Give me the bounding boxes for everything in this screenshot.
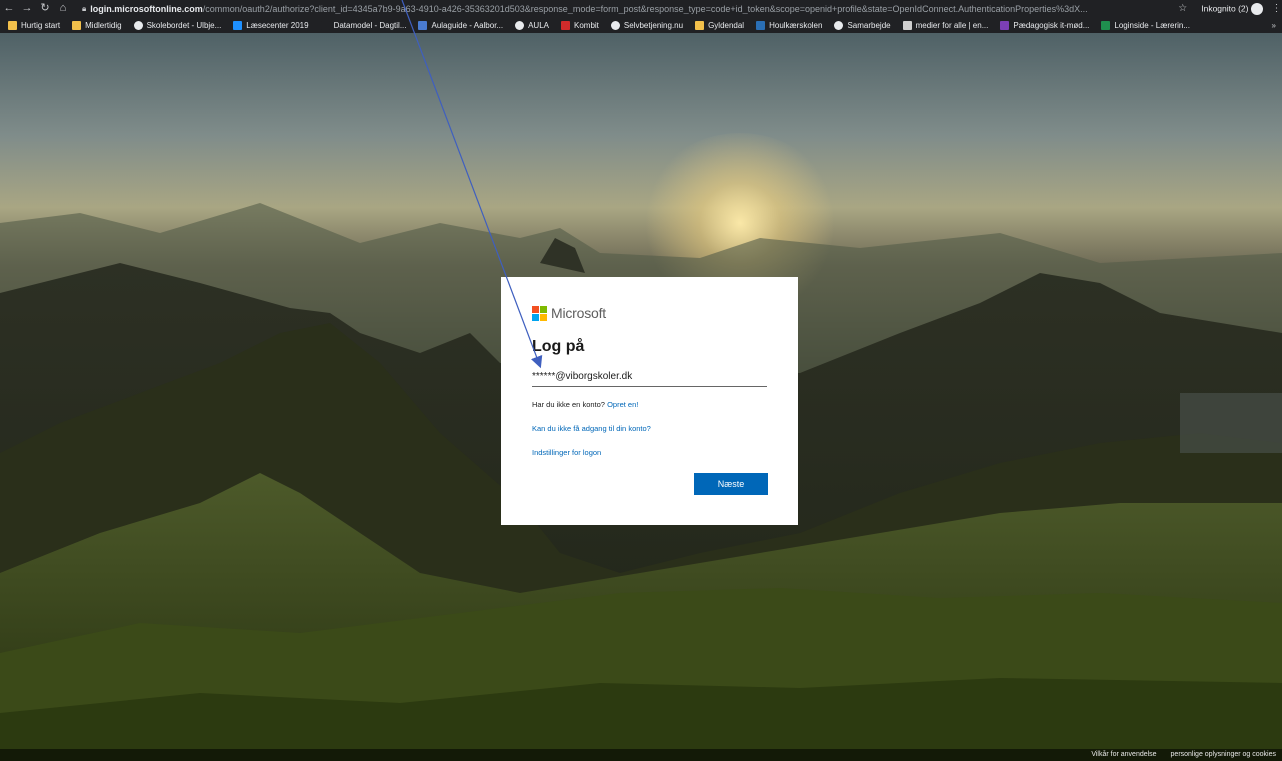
bookmark-label: Samarbejde bbox=[847, 20, 891, 30]
no-account-line: Har du ikke en konto? Opret en! bbox=[532, 400, 768, 409]
microsoft-brand-name: Microsoft bbox=[551, 305, 606, 321]
bookmark-item[interactable]: medier for alle | en... bbox=[902, 20, 989, 30]
reload-icon[interactable]: ↻ bbox=[36, 0, 54, 17]
globe-icon bbox=[610, 20, 620, 30]
bookmark-item[interactable]: Hurtig start bbox=[8, 20, 61, 30]
incognito-indicator[interactable]: Inkognito (2) bbox=[1201, 2, 1264, 15]
cant-access-account-link[interactable]: Kan du ikke få adgang til din konto? bbox=[532, 424, 651, 433]
menu-dots-icon[interactable]: ⋮ bbox=[1271, 3, 1281, 14]
privacy-cookies-link[interactable]: personlige oplysninger og cookies bbox=[1171, 751, 1276, 758]
bookmark-item[interactable]: Skolebordet - Ulbje... bbox=[133, 20, 222, 30]
bookmark-label: Gyldendal bbox=[708, 20, 745, 30]
bookmark-label: Selvbetjening.nu bbox=[623, 20, 684, 30]
bookmarks-bar: Hurtig start Midlertidig Skolebordet - Ulb… bbox=[0, 17, 1282, 33]
bookmark-label: Hurtig start bbox=[21, 20, 61, 30]
folder-icon bbox=[8, 20, 17, 30]
bookmarks-overflow-icon[interactable]: » bbox=[1272, 21, 1276, 30]
bookmark-item[interactable]: Loginside - Lærerin... bbox=[1101, 20, 1190, 30]
browser-address-bar: ← → ↻ ⌂ 🔒︎ login.microsoftonline.com/com… bbox=[0, 0, 1282, 17]
terms-link[interactable]: Vilkår for anvendelse bbox=[1091, 751, 1156, 758]
bookmark-label: Aulaguide - Aalbor... bbox=[431, 20, 504, 30]
bookmark-item[interactable]: Houlkærskolen bbox=[756, 20, 823, 30]
signin-options-link[interactable]: Indstillinger for logon bbox=[532, 448, 601, 457]
folder-icon bbox=[72, 20, 82, 30]
microsoft-logo: Microsoft bbox=[532, 305, 768, 321]
bookmark-item[interactable]: Datamodel - Dagtil... bbox=[320, 20, 407, 30]
login-dialog: Microsoft Log på Har du ikke en konto? O… bbox=[501, 277, 798, 525]
folder-icon bbox=[695, 20, 705, 30]
bookmark-star-icon[interactable]: ☆ bbox=[1178, 3, 1187, 14]
onenote-icon bbox=[1000, 20, 1010, 30]
bookmark-label: Loginside - Lærerin... bbox=[1114, 20, 1190, 30]
bookmark-label: Houlkærskolen bbox=[769, 20, 823, 30]
globe-icon bbox=[133, 20, 143, 30]
create-account-link[interactable]: Opret en! bbox=[607, 400, 638, 409]
media-icon bbox=[902, 20, 912, 30]
back-icon[interactable]: ← bbox=[0, 0, 18, 17]
bookmark-label: Læsecenter 2019 bbox=[246, 20, 309, 30]
globe-icon bbox=[515, 20, 525, 30]
incognito-icon bbox=[1251, 2, 1264, 15]
email-field[interactable] bbox=[532, 366, 767, 387]
globe-icon bbox=[834, 20, 844, 30]
sharepoint-icon bbox=[756, 20, 766, 30]
page-footer: Vilkår for anvendelse personlige oplysni… bbox=[0, 749, 1282, 761]
bookmark-item[interactable]: Læsecenter 2019 bbox=[233, 20, 309, 30]
incognito-label: Inkognito (2) bbox=[1201, 2, 1249, 13]
bookmark-item[interactable]: Selvbetjening.nu bbox=[610, 20, 684, 30]
bookmark-label: Pædagogisk it-mød... bbox=[1013, 20, 1090, 30]
onedrive-icon bbox=[233, 20, 243, 30]
bookmark-label: medier for alle | en... bbox=[915, 20, 989, 30]
bookmark-label: AULA bbox=[528, 20, 549, 30]
bookmark-item[interactable]: Kombit bbox=[561, 20, 599, 30]
lock-icon[interactable]: 🔒︎ bbox=[82, 4, 86, 14]
home-icon[interactable]: ⌂ bbox=[54, 0, 72, 17]
no-account-text: Har du ikke en konto? bbox=[532, 400, 605, 409]
next-button[interactable]: Næste bbox=[694, 473, 768, 495]
bookmark-label: Datamodel - Dagtil... bbox=[333, 20, 407, 30]
url-field[interactable]: login.microsoftonline.com/common/oauth2/… bbox=[90, 4, 1170, 14]
calendar-icon bbox=[418, 20, 428, 30]
microsoft-logo-icon bbox=[532, 305, 547, 321]
k-icon bbox=[561, 20, 570, 30]
bookmark-label: Kombit bbox=[574, 20, 599, 30]
bookmark-item[interactable]: Gyldendal bbox=[695, 20, 745, 30]
bookmark-item[interactable]: Midlertidig bbox=[72, 20, 122, 30]
bookmark-item[interactable]: Samarbejde bbox=[834, 20, 891, 30]
url-host: login.microsoftonline.com bbox=[90, 3, 203, 14]
si-icon bbox=[1101, 20, 1111, 30]
url-path: /common/oauth2/authorize?client_id=4345a… bbox=[202, 3, 1088, 14]
bookmark-item[interactable]: Pædagogisk it-mød... bbox=[1000, 20, 1090, 30]
bookmark-label: Midlertidig bbox=[85, 20, 122, 30]
bookmark-label: Skolebordet - Ulbje... bbox=[146, 20, 222, 30]
forward-icon[interactable]: → bbox=[18, 0, 36, 17]
page-title: Log på bbox=[532, 338, 585, 355]
bookmark-item[interactable]: Aulaguide - Aalbor... bbox=[418, 20, 504, 30]
blank-icon bbox=[320, 20, 330, 30]
bookmark-item[interactable]: AULA bbox=[515, 20, 549, 30]
